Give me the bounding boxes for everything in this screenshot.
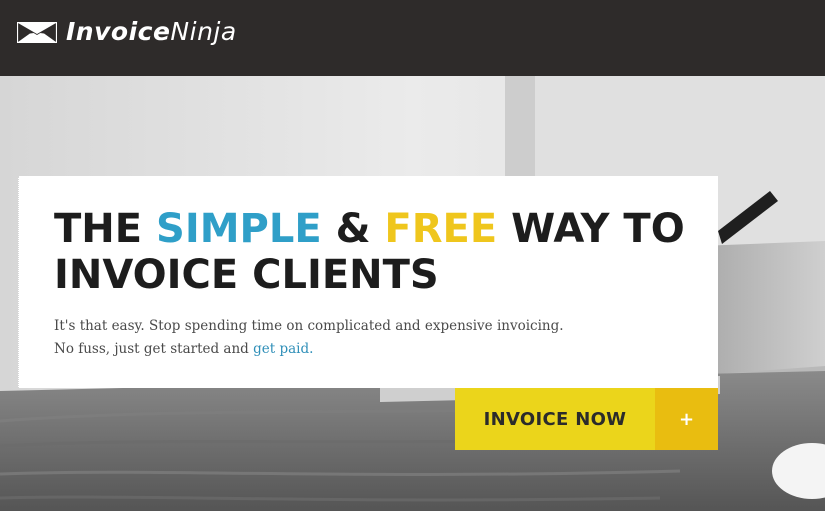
brand-logo-link[interactable]: InvoiceNinja <box>17 16 237 48</box>
headline-the: THE <box>54 206 157 252</box>
hero-tagline: It's that easy. Stop spending time on co… <box>54 315 694 361</box>
brand-name-light: Ninja <box>170 17 237 46</box>
headline-amp: & <box>321 206 385 252</box>
hero-headline: THE SIMPLE & FREE WAY TO INVOICE CLIENTS <box>54 206 694 298</box>
hero-card: THE SIMPLE & FREE WAY TO INVOICE CLIENTS… <box>18 176 718 388</box>
top-header: InvoiceNinja <box>0 0 825 76</box>
tagline-line2-prefix: No fuss, just get started and <box>54 341 254 357</box>
headline-simple: SIMPLE <box>156 206 322 252</box>
get-paid-link[interactable]: get paid. <box>253 341 313 357</box>
ninja-mask-icon <box>17 21 57 43</box>
plus-icon: + <box>655 388 718 450</box>
invoice-now-label: INVOICE NOW <box>455 388 655 450</box>
brand-name-bold: Invoice <box>66 17 171 46</box>
brand-name: InvoiceNinja <box>66 17 237 47</box>
tagline-line1: It's that easy. Stop spending time on co… <box>54 318 564 334</box>
headline-free: FREE <box>384 206 498 252</box>
invoice-now-button[interactable]: INVOICE NOW + <box>455 388 718 450</box>
